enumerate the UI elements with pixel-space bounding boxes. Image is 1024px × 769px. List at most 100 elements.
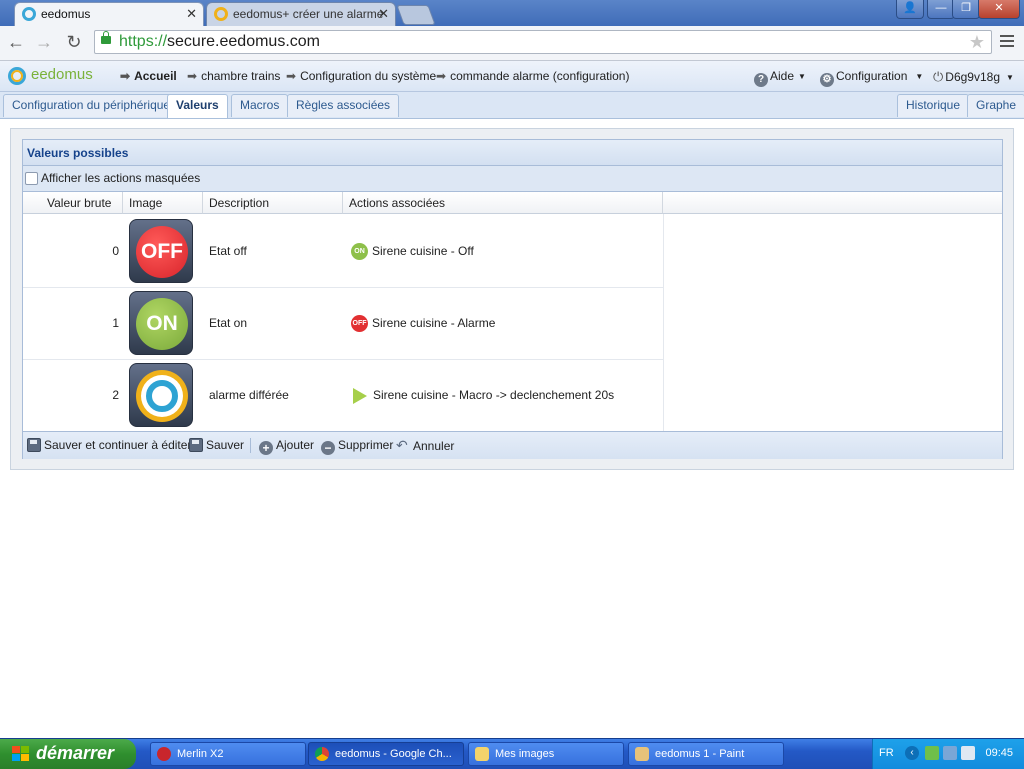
save-button[interactable]: Sauver bbox=[189, 437, 244, 453]
user-label: D6g9v18g bbox=[945, 70, 1001, 84]
save-disk-icon bbox=[27, 438, 41, 452]
breadcrumb-commande-alarme[interactable]: ➡ commande alarme (configuration) bbox=[436, 69, 629, 83]
breadcrumb-configuration-systeme[interactable]: ➡ Configuration du système bbox=[286, 69, 436, 83]
delete-label: Supprimer bbox=[338, 438, 394, 452]
close-tab-icon[interactable]: ✕ bbox=[378, 3, 389, 25]
gear-icon: ⚙ bbox=[820, 73, 834, 87]
tab-regles-associees[interactable]: Règles associées bbox=[287, 94, 400, 117]
configuration-menu[interactable]: ⚙ Configuration ▼ bbox=[820, 69, 923, 87]
app-header: eedomus ➡ Accueil ➡ chambre trains ➡ Config… bbox=[0, 61, 1024, 92]
save-label: Sauver bbox=[206, 438, 245, 452]
forward-arrow-icon[interactable]: → bbox=[34, 32, 54, 52]
tab-macros[interactable]: Macros bbox=[231, 94, 289, 117]
table-row[interactable]: 1 ON Etat on OFF Sirene cuisine - Alarme bbox=[23, 287, 663, 360]
taskbar-item-merlin[interactable]: Merlin X2 bbox=[150, 742, 306, 766]
browser-tab-alarme[interactable]: eedomus+ créer une alarme ✕ bbox=[206, 2, 396, 26]
toolbar-separator bbox=[250, 438, 251, 453]
on-icon[interactable]: ON bbox=[129, 291, 193, 355]
new-tab-button[interactable] bbox=[396, 5, 436, 25]
arrow-right-icon: ➡ bbox=[286, 69, 297, 83]
table-row[interactable]: 0 OFF Etat off ON Sirene cuisine - Off bbox=[23, 215, 663, 288]
browser-tab-eedomus[interactable]: eedomus ✕ bbox=[14, 2, 204, 26]
lock-icon bbox=[101, 31, 111, 44]
raw-value-cell: 2 bbox=[112, 388, 119, 402]
volume-icon[interactable] bbox=[961, 746, 975, 760]
address-bar[interactable]: https://secure.eedomus.com ★ bbox=[94, 30, 992, 54]
folder-icon bbox=[475, 747, 489, 761]
configuration-label: Configuration bbox=[836, 69, 908, 83]
taskbar-item-paint[interactable]: eedomus 1 - Paint bbox=[628, 742, 784, 766]
browser-tab-title: eedomus+ créer une alarme bbox=[233, 7, 384, 21]
actions-cell[interactable]: ON Sirene cuisine - Off bbox=[351, 215, 661, 287]
tab-historique[interactable]: Historique bbox=[897, 94, 970, 117]
play-icon bbox=[353, 387, 367, 404]
chrome-menu-icon[interactable] bbox=[1000, 35, 1014, 50]
table-row[interactable]: 2 alarme différée Sirene cuisine - Macro… bbox=[23, 359, 663, 432]
taskbar-item-label: eedomus 1 - Paint bbox=[655, 748, 745, 760]
paint-app-icon bbox=[635, 747, 649, 761]
system-tray: FR ‹ 09:45 bbox=[872, 739, 1024, 769]
column-header-description[interactable]: Description bbox=[203, 192, 343, 214]
show-hidden-actions-row: Afficher les actions masquées bbox=[23, 166, 1002, 192]
tray-expand-icon[interactable]: ‹ bbox=[905, 746, 919, 760]
device-tabs-bar: Configuration du périphérique Valeurs Ma… bbox=[0, 92, 1024, 119]
tab-valeurs[interactable]: Valeurs bbox=[167, 94, 228, 118]
add-button[interactable]: + Ajouter bbox=[259, 437, 314, 455]
power-icon: ⏻ bbox=[933, 69, 944, 84]
column-header-raw-value[interactable]: Valeur brute bbox=[23, 192, 123, 214]
column-header-image[interactable]: Image bbox=[123, 192, 203, 214]
language-indicator[interactable]: FR bbox=[879, 747, 894, 759]
breadcrumb-chambre-trains[interactable]: ➡ chambre trains bbox=[187, 69, 280, 83]
start-label: démarrer bbox=[36, 743, 115, 763]
help-icon: ? bbox=[754, 73, 768, 87]
arrow-right-icon: ➡ bbox=[187, 69, 198, 83]
off-icon[interactable]: OFF bbox=[129, 219, 193, 283]
actions-cell[interactable]: Sirene cuisine - Macro -> declenchement … bbox=[351, 359, 661, 431]
windows-taskbar: démarrer Merlin X2 eedomus - Google Ch..… bbox=[0, 738, 1024, 769]
close-window-button[interactable]: ✕ bbox=[978, 0, 1020, 19]
browser-toolbar: ← → ↻ https://secure.eedomus.com ★ bbox=[0, 26, 1024, 61]
reload-icon[interactable]: ↻ bbox=[64, 32, 84, 52]
delete-button[interactable]: − Supprimer bbox=[321, 437, 393, 455]
bookmark-star-icon[interactable]: ★ bbox=[969, 32, 985, 53]
close-tab-icon[interactable]: ✕ bbox=[186, 3, 197, 25]
network-icon[interactable] bbox=[925, 746, 939, 760]
user-menu[interactable]: ⏻ D6g9v18g ▼ bbox=[933, 69, 1014, 85]
actions-cell[interactable]: OFF Sirene cuisine - Alarme bbox=[351, 287, 661, 359]
arrow-right-icon: ➡ bbox=[120, 69, 131, 83]
values-panel: Valeurs possibles Afficher les actions m… bbox=[22, 139, 1003, 459]
help-menu[interactable]: ? Aide ▼ bbox=[754, 69, 806, 87]
merlin-app-icon bbox=[157, 747, 171, 761]
column-header-actions[interactable]: Actions associées bbox=[343, 192, 663, 214]
on-mini-icon: ON bbox=[351, 243, 368, 261]
taskbar-item-chrome[interactable]: eedomus - Google Ch... bbox=[308, 742, 464, 766]
back-arrow-icon[interactable]: ← bbox=[6, 32, 26, 52]
restore-button[interactable]: ❐ bbox=[952, 0, 980, 19]
description-cell: Etat off bbox=[209, 244, 247, 258]
arrow-right-icon: ➡ bbox=[436, 69, 447, 83]
breadcrumb-label: Accueil bbox=[134, 69, 177, 83]
panel-title: Valeurs possibles bbox=[23, 140, 1002, 166]
taskbar-item-label: Merlin X2 bbox=[177, 748, 224, 760]
show-hidden-actions-checkbox[interactable] bbox=[25, 172, 38, 185]
tab-configuration-peripherique[interactable]: Configuration du périphérique bbox=[3, 94, 180, 117]
chevron-down-icon: ▼ bbox=[1006, 73, 1014, 82]
taskbar-item-label: Mes images bbox=[495, 748, 555, 760]
show-hidden-actions-label[interactable]: Afficher les actions masquées bbox=[41, 166, 200, 191]
save-and-continue-button[interactable]: Sauver et continuer à éditer bbox=[27, 437, 191, 453]
start-button[interactable]: démarrer bbox=[0, 739, 136, 769]
tab-graphe[interactable]: Graphe bbox=[967, 94, 1024, 117]
clock[interactable]: 09:45 bbox=[985, 747, 1013, 759]
minimize-button[interactable]: — bbox=[927, 0, 955, 19]
breadcrumb-label: chambre trains bbox=[201, 69, 281, 83]
user-icon[interactable]: 👤 bbox=[896, 0, 924, 19]
logo-inner-ring-icon bbox=[11, 70, 23, 82]
eedomus-ring-icon[interactable] bbox=[129, 363, 193, 427]
breadcrumb-accueil[interactable]: ➡ Accueil bbox=[120, 69, 177, 83]
url-text[interactable]: https://secure.eedomus.com bbox=[119, 33, 320, 51]
taskbar-item-mes-images[interactable]: Mes images bbox=[468, 742, 624, 766]
messenger-icon[interactable] bbox=[943, 746, 957, 760]
chevron-down-icon: ▼ bbox=[915, 72, 924, 81]
search-favicon-icon bbox=[214, 7, 228, 21]
cancel-button[interactable]: ↶ Annuler bbox=[396, 437, 454, 454]
